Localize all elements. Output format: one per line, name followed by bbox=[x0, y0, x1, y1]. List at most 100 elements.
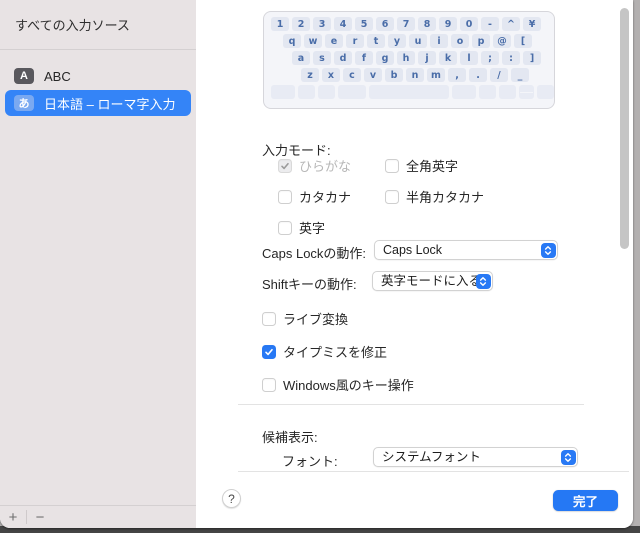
up-down-chevron-icon bbox=[561, 450, 576, 465]
option-row: Windows風のキー操作 bbox=[262, 375, 414, 394]
key: 8 bbox=[418, 17, 436, 31]
key: j bbox=[418, 51, 436, 65]
key: k bbox=[439, 51, 457, 65]
key: o bbox=[451, 34, 469, 48]
key: . bbox=[469, 68, 487, 82]
keyboard-layout-preview: 1234567890-^¥qwertyuiop@[asdfghjkl;:]zxc… bbox=[263, 11, 555, 109]
key: 4 bbox=[334, 17, 352, 31]
blank-key bbox=[369, 85, 449, 99]
up-down-chevron-icon bbox=[476, 274, 491, 289]
key: 7 bbox=[397, 17, 415, 31]
key: r bbox=[346, 34, 364, 48]
checkbox[interactable] bbox=[278, 159, 292, 173]
checkbox-label: 全角英字 bbox=[406, 156, 458, 175]
checkbox-label: 半角カタカナ bbox=[406, 187, 484, 206]
key: @ bbox=[493, 34, 511, 48]
input-source-badge: A bbox=[14, 68, 34, 84]
blank-key bbox=[519, 85, 534, 99]
input-source-label: 日本語 – ローマ字入力 bbox=[44, 94, 175, 113]
keyboard-row: asdfghjkl;:] bbox=[264, 51, 554, 65]
checkbox-label: ひらがな bbox=[299, 156, 351, 175]
sidebar-item-japanese-romaji[interactable]: あ日本語 – ローマ字入力 bbox=[5, 90, 191, 116]
key: 9 bbox=[439, 17, 457, 31]
checkbox[interactable] bbox=[262, 312, 276, 326]
checkbox[interactable] bbox=[278, 221, 292, 235]
font-select-value: システムフォント bbox=[382, 450, 481, 464]
input-mode-option: 半角カタカナ bbox=[385, 187, 484, 206]
key: i bbox=[430, 34, 448, 48]
sidebar-item-abc[interactable]: A ABC bbox=[5, 63, 191, 89]
blank-key bbox=[479, 85, 496, 99]
remove-input-source-button[interactable]: − bbox=[27, 507, 53, 527]
checkbox-label: カタカナ bbox=[299, 187, 351, 206]
settings-panel: 1234567890-^¥qwertyuiop@[asdfghjkl;:]zxc… bbox=[196, 0, 633, 528]
key: c bbox=[343, 68, 361, 82]
key: v bbox=[364, 68, 382, 82]
checkbox[interactable] bbox=[262, 345, 276, 359]
section-divider bbox=[238, 404, 584, 405]
key: 3 bbox=[313, 17, 331, 31]
done-button[interactable]: 完了 bbox=[553, 490, 618, 511]
keyboard-row bbox=[264, 85, 554, 99]
key: 5 bbox=[355, 17, 373, 31]
checkbox[interactable] bbox=[262, 378, 276, 392]
sidebar: すべての入力ソース AABCあ日本語 – ローマ字入力 + − bbox=[0, 0, 196, 528]
checkbox-label: 英字 bbox=[299, 218, 325, 237]
key: g bbox=[376, 51, 394, 65]
blank-key bbox=[452, 85, 476, 99]
add-input-source-button[interactable]: + bbox=[0, 507, 26, 527]
key: x bbox=[322, 68, 340, 82]
key: 2 bbox=[292, 17, 310, 31]
key: / bbox=[490, 68, 508, 82]
key: t bbox=[367, 34, 385, 48]
key: b bbox=[385, 68, 403, 82]
key: u bbox=[409, 34, 427, 48]
checkbox-label: Windows風のキー操作 bbox=[283, 375, 414, 394]
key: f bbox=[355, 51, 373, 65]
key: ] bbox=[523, 51, 541, 65]
input-mode-option: 英字 bbox=[278, 218, 385, 237]
key: w bbox=[304, 34, 322, 48]
font-select[interactable]: システムフォント bbox=[373, 447, 578, 467]
scrollbar-thumb[interactable] bbox=[620, 8, 629, 249]
help-button[interactable]: ? bbox=[222, 489, 241, 508]
caps-lock-select[interactable]: Caps Lock bbox=[374, 240, 558, 260]
key: - bbox=[481, 17, 499, 31]
checkbox[interactable] bbox=[385, 190, 399, 204]
candidate-display-label: 候補表示: bbox=[262, 427, 318, 446]
input-mode-option: カタカナ bbox=[278, 187, 385, 206]
keyboard-row: qwertyuiop@[ bbox=[264, 34, 554, 48]
caps-lock-label: Caps Lockの動作: bbox=[262, 243, 366, 262]
key: [ bbox=[514, 34, 532, 48]
key: h bbox=[397, 51, 415, 65]
font-label: フォント: bbox=[282, 451, 338, 470]
key: s bbox=[313, 51, 331, 65]
key: ; bbox=[481, 51, 499, 65]
key: l bbox=[460, 51, 478, 65]
input-source-settings-window: すべての入力ソース AABCあ日本語 – ローマ字入力 + − 12345678… bbox=[0, 0, 633, 528]
key: ¥ bbox=[523, 17, 541, 31]
key: 1 bbox=[271, 17, 289, 31]
blank-key bbox=[318, 85, 335, 99]
key: _ bbox=[511, 68, 529, 82]
blank-key bbox=[537, 85, 554, 99]
blank-key bbox=[298, 85, 315, 99]
checkbox[interactable] bbox=[278, 190, 292, 204]
key: 0 bbox=[460, 17, 478, 31]
input-mode-checkbox-group: ひらがな 全角英字カタカナ 半角カタカナ英字 bbox=[278, 156, 484, 237]
sidebar-footer: + − bbox=[0, 506, 196, 528]
key: y bbox=[388, 34, 406, 48]
checkbox[interactable] bbox=[385, 159, 399, 173]
key: a bbox=[292, 51, 310, 65]
shift-key-select[interactable]: 英字モードに入る bbox=[372, 271, 493, 291]
footer-divider bbox=[238, 471, 629, 472]
sidebar-divider bbox=[0, 49, 196, 50]
option-row: ライブ変換 bbox=[262, 309, 348, 328]
input-source-badge: あ bbox=[14, 95, 34, 111]
key: p bbox=[472, 34, 490, 48]
key: ^ bbox=[502, 17, 520, 31]
checkbox-label: ライブ変換 bbox=[283, 309, 348, 328]
up-down-chevron-icon bbox=[541, 243, 556, 258]
key: , bbox=[448, 68, 466, 82]
input-source-label: ABC bbox=[44, 69, 71, 84]
